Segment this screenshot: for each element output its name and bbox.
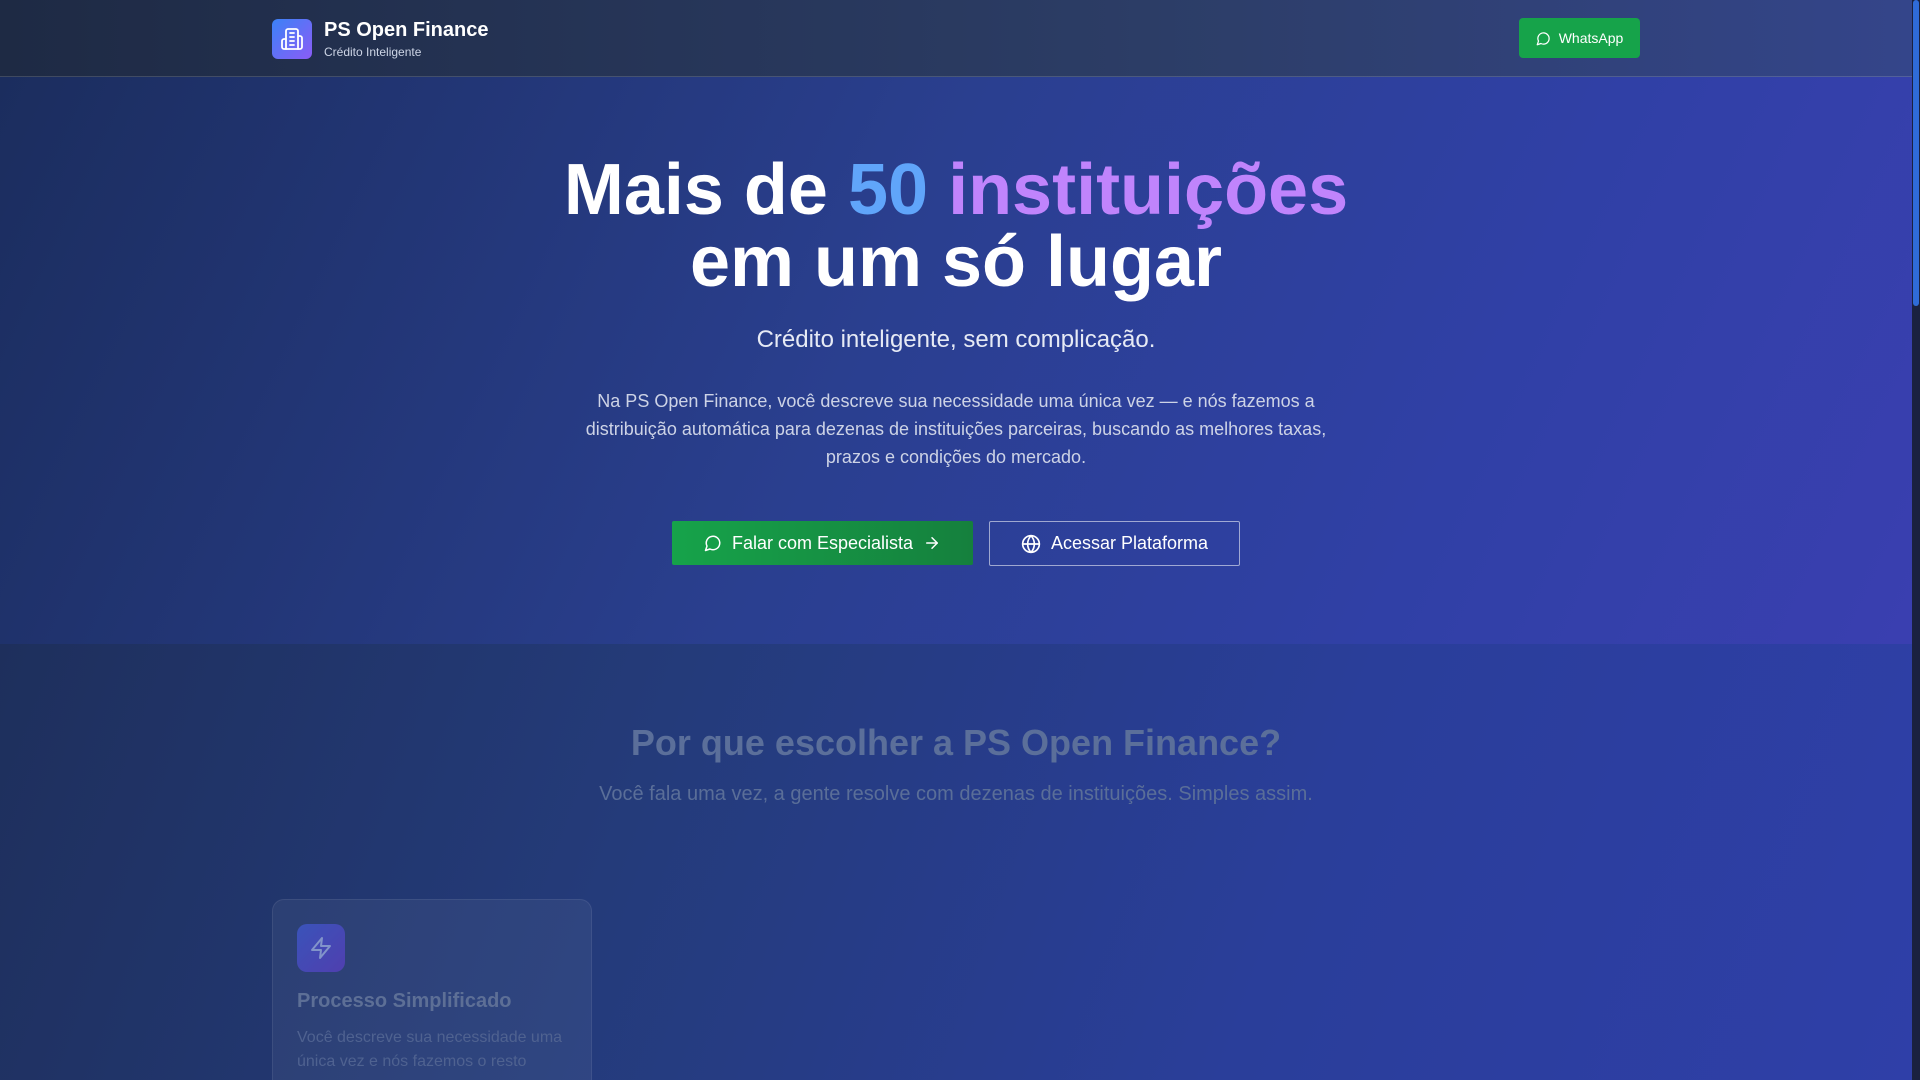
brand-text: PS Open Finance Crédito Inteligente	[324, 18, 488, 60]
vertical-scrollbar[interactable]	[1912, 0, 1920, 1080]
hero-description: Na PS Open Finance, você descreve sua ne…	[585, 391, 1327, 467]
scrollbar-thumb[interactable]	[1913, 0, 1919, 306]
chat-bubble-icon	[704, 535, 721, 552]
globe-icon	[1021, 534, 1041, 553]
hero-subtitle: Crédito inteligente, sem complicação.	[756, 326, 1156, 353]
feature-card-title: Processo Simplificado	[297, 990, 512, 1012]
feature-card: Processo Simplificado Você descreve sua …	[272, 899, 592, 1080]
hero-title: Mais de 50 instituições em um só lugar	[0, 154, 1912, 298]
chat-bubble-icon	[1536, 31, 1550, 45]
lightning-icon	[297, 924, 345, 972]
hero-title-number: 50	[847, 150, 929, 230]
access-platform-button[interactable]: Acessar Plataforma	[989, 521, 1240, 566]
brand-title: PS Open Finance	[324, 19, 489, 41]
hero-title-part1: Mais de	[563, 150, 848, 230]
arrow-right-icon	[926, 537, 939, 549]
whatsapp-button[interactable]: WhatsApp	[1519, 18, 1640, 58]
access-platform-label: Acessar Plataforma	[1050, 533, 1209, 553]
page: Mais de 50 instituições em um só lugar C…	[0, 0, 1912, 1080]
hero-title-highlight: instituições	[948, 150, 1349, 230]
why-section-title: Por que escolher a PS Open Finance?	[630, 722, 1282, 763]
whatsapp-label: WhatsApp	[1558, 30, 1624, 46]
hero-title-line2: em um só lugar	[689, 222, 1223, 302]
feature-card-text: Você descreve sua necessidade uma única …	[297, 1029, 563, 1070]
hero-section: Mais de 50 instituições em um só lugar C…	[0, 77, 1912, 644]
why-section-subtitle: Você fala uma vez, a gente resolve com d…	[599, 783, 1313, 805]
brand-subtitle: Crédito Inteligente	[324, 45, 422, 59]
talk-to-specialist-button[interactable]: Falar com Especialista	[672, 521, 973, 565]
top-navbar: PS Open Finance Crédito Inteligente What…	[0, 0, 1912, 77]
building-icon	[272, 19, 312, 59]
talk-to-specialist-label: Falar com Especialista	[731, 532, 914, 553]
brand[interactable]: PS Open Finance Crédito Inteligente	[272, 18, 488, 60]
